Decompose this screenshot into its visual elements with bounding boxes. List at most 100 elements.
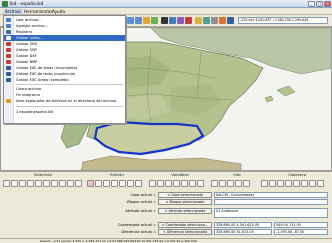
variable-tool-button[interactable] bbox=[165, 180, 172, 187]
tool-button[interactable] bbox=[27, 180, 34, 187]
minimize-button[interactable]: _ bbox=[308, 1, 315, 7]
tool-button[interactable] bbox=[75, 180, 82, 187]
coordenada-pixel-field[interactable]: 549.00 111.00 bbox=[274, 222, 328, 228]
info-tool-button[interactable] bbox=[211, 180, 218, 187]
coordenada-seleccionada-button[interactable]: < Coordenada selecciona... bbox=[158, 222, 212, 228]
layers-icon[interactable] bbox=[177, 17, 184, 24]
bloque-actual-label: Bloque actual = bbox=[127, 200, 156, 204]
header-tool-button[interactable] bbox=[269, 180, 276, 187]
edit-tool-button[interactable] bbox=[103, 180, 110, 187]
refresh-icon[interactable] bbox=[161, 17, 168, 24]
tool-button[interactable] bbox=[43, 180, 50, 187]
status-bar: Iexport - p:31 pzoom:3,433 x:-1.562.471.… bbox=[0, 238, 332, 243]
variable-tool-button[interactable] bbox=[157, 180, 164, 187]
zoom-out-icon[interactable] bbox=[135, 17, 142, 24]
variable-tool-button[interactable] bbox=[173, 180, 180, 187]
menu-ayuda[interactable]: Ayuda bbox=[50, 9, 67, 14]
add-file-icon bbox=[6, 24, 11, 28]
menu-archivo[interactable]: Archivo bbox=[3, 9, 23, 14]
diferencia-actual-label: Diferencia actual = bbox=[121, 230, 156, 234]
section-seleccion: Selección bbox=[33, 172, 53, 177]
edit-tool-button[interactable] bbox=[87, 180, 94, 187]
header-tool-button[interactable] bbox=[309, 180, 316, 187]
app-icon bbox=[2, 1, 8, 7]
header-tool-button[interactable] bbox=[301, 180, 308, 187]
tool-button[interactable] bbox=[67, 180, 74, 187]
tool-button[interactable] bbox=[19, 180, 26, 187]
save-icon bbox=[6, 30, 11, 34]
edit-tool-button[interactable] bbox=[119, 180, 126, 187]
info-tool-button[interactable] bbox=[219, 180, 226, 187]
dxf-icon bbox=[6, 54, 11, 58]
tool-button[interactable] bbox=[51, 180, 58, 187]
header-tool-button[interactable] bbox=[285, 180, 292, 187]
coordenada-actual-field[interactable]: 328.665.00 4.541.615.05 bbox=[214, 222, 272, 228]
section-cabecera: Cabecera bbox=[287, 172, 307, 177]
atributo-seleccionado-button[interactable]: < Atributo seleccionado bbox=[158, 208, 212, 214]
open-icon bbox=[6, 18, 11, 22]
info-tool-button[interactable] bbox=[227, 180, 234, 187]
panel-toolbar bbox=[3, 180, 329, 189]
menu-item-grabar-exc-arrow[interactable]: Grabar EXC Arrow (completo) bbox=[4, 77, 125, 83]
bottom-panel: Selección Edición Variables Info Cabecer… bbox=[0, 171, 332, 238]
diferencia-seleccionada-button[interactable]: < Diferencia seleccionada bbox=[158, 229, 212, 235]
coordinates-display: -229.444 4.050.837 | 3.464.256 2.295.849 bbox=[238, 17, 328, 24]
edit-tool-button[interactable] bbox=[95, 180, 102, 187]
header-tool-button[interactable] bbox=[261, 180, 268, 187]
delete-icon[interactable] bbox=[185, 17, 192, 24]
archivo-menu: Leer archivo... Agregar archivo... Regis… bbox=[3, 15, 126, 124]
atributo-actual-label: Atributo actual = bbox=[125, 209, 156, 213]
variable-tool-button[interactable] bbox=[149, 180, 156, 187]
title-bar: Ikd - españa.ikd _ □ × bbox=[0, 0, 332, 8]
menu-separator bbox=[16, 106, 123, 107]
atributo-actual-field[interactable]: 01 Andalucía bbox=[214, 208, 328, 218]
save-as-icon bbox=[6, 36, 11, 40]
select-icon[interactable] bbox=[169, 17, 176, 24]
header-tool-button[interactable] bbox=[277, 180, 284, 187]
edit-tool-button[interactable] bbox=[111, 180, 118, 187]
folder-icon[interactable] bbox=[195, 17, 202, 24]
exc-text-icon bbox=[6, 72, 11, 76]
diferencia-actual-field[interactable]: 328.665.00 41.615.05 bbox=[214, 229, 272, 235]
tool-button[interactable] bbox=[3, 180, 10, 187]
bloque-actual-field[interactable] bbox=[214, 199, 328, 205]
info-icon[interactable] bbox=[219, 17, 226, 24]
exc-icon bbox=[6, 66, 11, 70]
info-tool-button[interactable] bbox=[243, 180, 250, 187]
print-icon[interactable] bbox=[211, 17, 218, 24]
exc-arrow-icon bbox=[6, 78, 11, 82]
menu-item-abre-explorador[interactable]: Abre explorador de archivos en el direct… bbox=[4, 98, 125, 104]
variable-tool-button[interactable] bbox=[189, 180, 196, 187]
edit-tool-button[interactable] bbox=[127, 180, 134, 187]
coordenada-actual-label: Coordenada actual = bbox=[117, 223, 156, 227]
capa-actual-field[interactable]: Ikd-CM - Comunidades bbox=[214, 192, 328, 198]
info-tool-button[interactable] bbox=[235, 180, 242, 187]
bmp-icon bbox=[6, 60, 11, 64]
variable-tool-button[interactable] bbox=[181, 180, 188, 187]
menu-bar: Archivo Herramientas Ayuda bbox=[0, 8, 332, 15]
maximize-button[interactable]: □ bbox=[316, 1, 323, 7]
folder-icon bbox=[6, 99, 11, 103]
shp-icon bbox=[6, 48, 11, 52]
section-info: Info bbox=[233, 172, 241, 177]
tool-button[interactable] bbox=[35, 180, 42, 187]
extent-icon[interactable] bbox=[151, 17, 158, 24]
capa-seleccionada-button[interactable]: < Capa seleccionada bbox=[158, 192, 212, 198]
menu-separator bbox=[16, 84, 123, 85]
tool-button[interactable] bbox=[11, 180, 18, 187]
menu-item-recent-file[interactable]: 1 españa\españa.ikd bbox=[4, 109, 125, 115]
variable-tool-button[interactable] bbox=[197, 180, 204, 187]
close-button[interactable]: × bbox=[324, 1, 331, 7]
header-tool-button[interactable] bbox=[317, 180, 324, 187]
bloque-seleccionado-button[interactable]: < Bloque seleccionado bbox=[158, 199, 212, 205]
diferencia-pixel-field[interactable]: -1.495.08 -87.50 bbox=[274, 229, 328, 235]
header-tool-button[interactable] bbox=[293, 180, 300, 187]
grid-icon[interactable] bbox=[227, 17, 234, 24]
save-icon[interactable] bbox=[203, 17, 210, 24]
capa-actual-label: Capa actual = bbox=[130, 193, 156, 197]
pan-icon[interactable] bbox=[143, 17, 150, 24]
shx-icon bbox=[6, 42, 11, 46]
tool-button[interactable] bbox=[59, 180, 66, 187]
zoom-in-icon[interactable] bbox=[127, 17, 134, 24]
edit-tool-button[interactable] bbox=[135, 180, 142, 187]
